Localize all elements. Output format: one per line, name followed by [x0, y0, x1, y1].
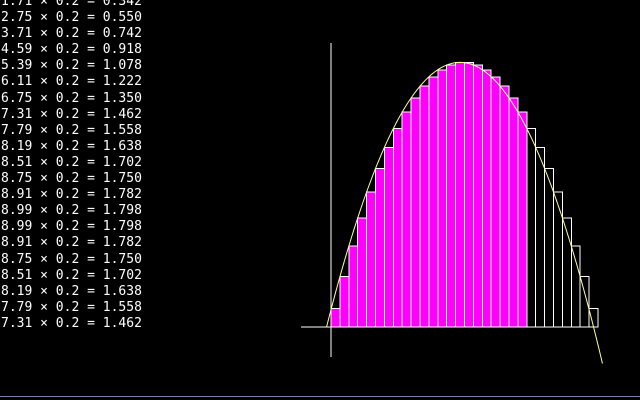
- filled-bar: [339, 276, 350, 328]
- filled-bar: [446, 64, 457, 328]
- filled-bar: [401, 111, 412, 328]
- filled-bar: [357, 217, 368, 328]
- riemann-sum-screen: 1.71 × 0.2 = 0.342 2.75 × 0.2 = 0.550 3.71…: [0, 0, 640, 400]
- outlined-bar: [579, 276, 590, 328]
- outlined-bar: [553, 191, 563, 328]
- riemann-sum-plot: [301, 43, 603, 364]
- filled-bar: [428, 76, 439, 328]
- filled-bar: [437, 69, 448, 328]
- outlined-bar: [544, 168, 554, 328]
- filled-bar: [481, 69, 492, 328]
- bottom-edge-line: [0, 396, 640, 397]
- filled-bar: [383, 146, 394, 328]
- filled-bar: [499, 85, 510, 328]
- filled-bar: [490, 76, 501, 328]
- filled-bar: [455, 62, 466, 328]
- outlined-bar: [526, 128, 537, 328]
- outlined-bar: [570, 245, 581, 328]
- filled-bar: [366, 191, 377, 328]
- outlined-bar: [588, 307, 599, 328]
- filled-bar: [419, 85, 430, 328]
- filled-bar: [392, 128, 403, 328]
- outlined-bar: [561, 217, 572, 328]
- filled-bar: [464, 62, 474, 328]
- bars-group: [330, 62, 599, 328]
- outlined-bar: [535, 146, 546, 328]
- filled-bar: [330, 307, 341, 328]
- filled-bar: [517, 111, 528, 328]
- filled-bar: [375, 168, 385, 328]
- filled-bar: [410, 97, 421, 328]
- filled-bar: [472, 64, 483, 328]
- filled-bar: [508, 97, 519, 328]
- filled-bar: [348, 245, 359, 328]
